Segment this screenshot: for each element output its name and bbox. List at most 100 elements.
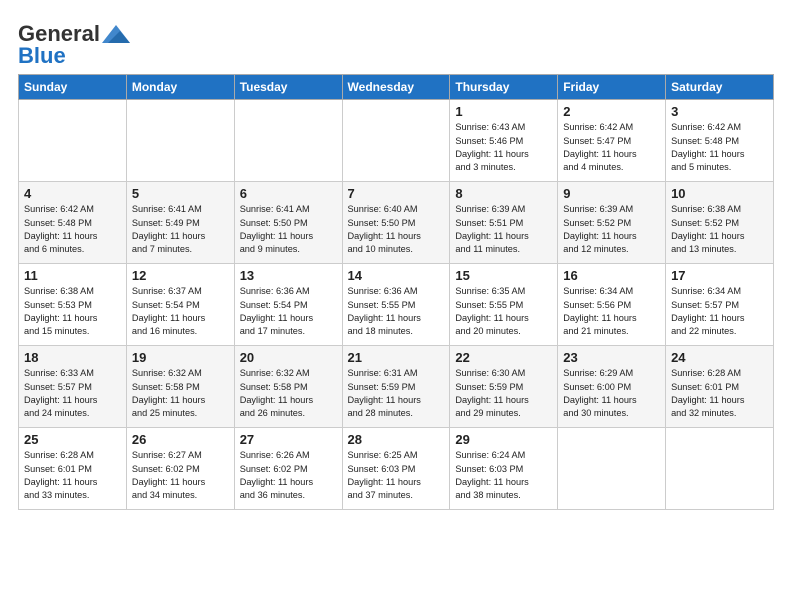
calendar-cell: 29 Sunrise: 6:24 AM Sunset: 6:03 PM Dayli… — [450, 428, 558, 510]
calendar-cell — [342, 100, 450, 182]
day-number: 26 — [132, 432, 229, 447]
day-info: Sunrise: 6:28 AM Sunset: 6:01 PM Dayligh… — [671, 367, 768, 420]
day-info: Sunrise: 6:43 AM Sunset: 5:46 PM Dayligh… — [455, 121, 552, 174]
day-info: Sunrise: 6:33 AM Sunset: 5:57 PM Dayligh… — [24, 367, 121, 420]
day-info: Sunrise: 6:36 AM Sunset: 5:54 PM Dayligh… — [240, 285, 337, 338]
day-number: 17 — [671, 268, 768, 283]
day-info: Sunrise: 6:30 AM Sunset: 5:59 PM Dayligh… — [455, 367, 552, 420]
calendar-cell: 11 Sunrise: 6:38 AM Sunset: 5:53 PM Dayli… — [19, 264, 127, 346]
day-number: 16 — [563, 268, 660, 283]
day-number: 27 — [240, 432, 337, 447]
day-number: 5 — [132, 186, 229, 201]
day-number: 20 — [240, 350, 337, 365]
day-info: Sunrise: 6:42 AM Sunset: 5:47 PM Dayligh… — [563, 121, 660, 174]
weekday-header-saturday: Saturday — [666, 75, 774, 100]
calendar-cell: 22 Sunrise: 6:30 AM Sunset: 5:59 PM Dayli… — [450, 346, 558, 428]
calendar-table: SundayMondayTuesdayWednesdayThursdayFrid… — [18, 74, 774, 510]
day-number: 9 — [563, 186, 660, 201]
day-number: 11 — [24, 268, 121, 283]
page: General Blue SundayMondayTuesdayWednesda… — [0, 0, 792, 520]
day-info: Sunrise: 6:34 AM Sunset: 5:57 PM Dayligh… — [671, 285, 768, 338]
day-info: Sunrise: 6:28 AM Sunset: 6:01 PM Dayligh… — [24, 449, 121, 502]
day-number: 12 — [132, 268, 229, 283]
calendar-cell: 12 Sunrise: 6:37 AM Sunset: 5:54 PM Dayli… — [126, 264, 234, 346]
day-info: Sunrise: 6:34 AM Sunset: 5:56 PM Dayligh… — [563, 285, 660, 338]
day-number: 21 — [348, 350, 445, 365]
weekday-header-row: SundayMondayTuesdayWednesdayThursdayFrid… — [19, 75, 774, 100]
day-number: 29 — [455, 432, 552, 447]
day-info: Sunrise: 6:24 AM Sunset: 6:03 PM Dayligh… — [455, 449, 552, 502]
day-info: Sunrise: 6:27 AM Sunset: 6:02 PM Dayligh… — [132, 449, 229, 502]
day-number: 18 — [24, 350, 121, 365]
calendar-cell: 9 Sunrise: 6:39 AM Sunset: 5:52 PM Daylig… — [558, 182, 666, 264]
calendar-cell: 20 Sunrise: 6:32 AM Sunset: 5:58 PM Dayli… — [234, 346, 342, 428]
logo-icon — [102, 23, 130, 45]
day-info: Sunrise: 6:32 AM Sunset: 5:58 PM Dayligh… — [240, 367, 337, 420]
calendar-cell: 3 Sunrise: 6:42 AM Sunset: 5:48 PM Daylig… — [666, 100, 774, 182]
day-number: 4 — [24, 186, 121, 201]
calendar-cell: 5 Sunrise: 6:41 AM Sunset: 5:49 PM Daylig… — [126, 182, 234, 264]
calendar-cell: 23Sunrise: 6:29 AM Sunset: 6:00 PM Dayli… — [558, 346, 666, 428]
day-number: 1 — [455, 104, 552, 119]
week-row-5: 25 Sunrise: 6:28 AM Sunset: 6:01 PM Dayli… — [19, 428, 774, 510]
week-row-1: 1 Sunrise: 6:43 AM Sunset: 5:46 PM Daylig… — [19, 100, 774, 182]
week-row-3: 11 Sunrise: 6:38 AM Sunset: 5:53 PM Dayli… — [19, 264, 774, 346]
weekday-header-friday: Friday — [558, 75, 666, 100]
calendar-cell: 15 Sunrise: 6:35 AM Sunset: 5:55 PM Dayli… — [450, 264, 558, 346]
day-number: 15 — [455, 268, 552, 283]
calendar-cell — [234, 100, 342, 182]
day-info: Sunrise: 6:41 AM Sunset: 5:49 PM Dayligh… — [132, 203, 229, 256]
day-number: 13 — [240, 268, 337, 283]
day-info: Sunrise: 6:37 AM Sunset: 5:54 PM Dayligh… — [132, 285, 229, 338]
weekday-header-thursday: Thursday — [450, 75, 558, 100]
day-number: 10 — [671, 186, 768, 201]
header: General Blue — [18, 18, 774, 68]
day-info: Sunrise: 6:39 AM Sunset: 5:51 PM Dayligh… — [455, 203, 552, 256]
day-info: Sunrise: 6:42 AM Sunset: 5:48 PM Dayligh… — [671, 121, 768, 174]
day-info: Sunrise: 6:41 AM Sunset: 5:50 PM Dayligh… — [240, 203, 337, 256]
day-info: Sunrise: 6:26 AM Sunset: 6:02 PM Dayligh… — [240, 449, 337, 502]
week-row-2: 4 Sunrise: 6:42 AM Sunset: 5:48 PM Daylig… — [19, 182, 774, 264]
calendar-cell: 25 Sunrise: 6:28 AM Sunset: 6:01 PM Dayli… — [19, 428, 127, 510]
day-number: 3 — [671, 104, 768, 119]
day-info: Sunrise: 6:36 AM Sunset: 5:55 PM Dayligh… — [348, 285, 445, 338]
day-number: 24 — [671, 350, 768, 365]
day-info: Sunrise: 6:31 AM Sunset: 5:59 PM Dayligh… — [348, 367, 445, 420]
day-number: 25 — [24, 432, 121, 447]
day-info: Sunrise: 6:38 AM Sunset: 5:52 PM Dayligh… — [671, 203, 768, 256]
calendar-cell — [558, 428, 666, 510]
calendar-cell: 17 Sunrise: 6:34 AM Sunset: 5:57 PM Dayli… — [666, 264, 774, 346]
day-number: 8 — [455, 186, 552, 201]
day-number: 6 — [240, 186, 337, 201]
day-info: Sunrise: 6:42 AM Sunset: 5:48 PM Dayligh… — [24, 203, 121, 256]
weekday-header-tuesday: Tuesday — [234, 75, 342, 100]
day-info: Sunrise: 6:35 AM Sunset: 5:55 PM Dayligh… — [455, 285, 552, 338]
calendar-cell: 1 Sunrise: 6:43 AM Sunset: 5:46 PM Daylig… — [450, 100, 558, 182]
day-info: Sunrise: 6:25 AM Sunset: 6:03 PM Dayligh… — [348, 449, 445, 502]
calendar-cell: 4 Sunrise: 6:42 AM Sunset: 5:48 PM Daylig… — [19, 182, 127, 264]
weekday-header-sunday: Sunday — [19, 75, 127, 100]
weekday-header-wednesday: Wednesday — [342, 75, 450, 100]
calendar-cell: 8 Sunrise: 6:39 AM Sunset: 5:51 PM Daylig… — [450, 182, 558, 264]
calendar-cell: 6 Sunrise: 6:41 AM Sunset: 5:50 PM Daylig… — [234, 182, 342, 264]
calendar-cell: 14 Sunrise: 6:36 AM Sunset: 5:55 PM Dayli… — [342, 264, 450, 346]
calendar-cell: 13 Sunrise: 6:36 AM Sunset: 5:54 PM Dayli… — [234, 264, 342, 346]
calendar-cell: 28 Sunrise: 6:25 AM Sunset: 6:03 PM Dayli… — [342, 428, 450, 510]
day-number: 19 — [132, 350, 229, 365]
day-info: Sunrise: 6:38 AM Sunset: 5:53 PM Dayligh… — [24, 285, 121, 338]
day-number: 23 — [563, 350, 660, 365]
day-number: 14 — [348, 268, 445, 283]
day-number: 28 — [348, 432, 445, 447]
calendar-cell: 21 Sunrise: 6:31 AM Sunset: 5:59 PM Dayli… — [342, 346, 450, 428]
logo-text-blue: Blue — [18, 44, 66, 68]
week-row-4: 18 Sunrise: 6:33 AM Sunset: 5:57 PM Dayli… — [19, 346, 774, 428]
day-info: Sunrise: 6:39 AM Sunset: 5:52 PM Dayligh… — [563, 203, 660, 256]
calendar-cell: 27 Sunrise: 6:26 AM Sunset: 6:02 PM Dayli… — [234, 428, 342, 510]
calendar-cell: 26 Sunrise: 6:27 AM Sunset: 6:02 PM Dayli… — [126, 428, 234, 510]
calendar-cell: 7Sunrise: 6:40 AM Sunset: 5:50 PM Daylig… — [342, 182, 450, 264]
calendar-cell: 24 Sunrise: 6:28 AM Sunset: 6:01 PM Dayli… — [666, 346, 774, 428]
weekday-header-monday: Monday — [126, 75, 234, 100]
calendar-cell: 19Sunrise: 6:32 AM Sunset: 5:58 PM Dayli… — [126, 346, 234, 428]
day-number: 22 — [455, 350, 552, 365]
calendar-cell — [19, 100, 127, 182]
